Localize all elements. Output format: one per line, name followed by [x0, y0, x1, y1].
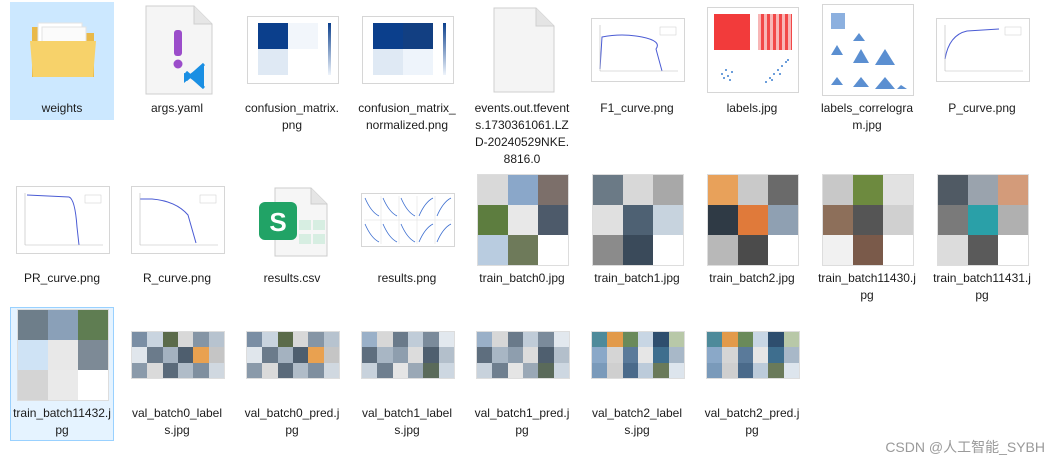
file-item-val-batch1-labels[interactable]: val_batch1_labels.jpg [355, 307, 459, 441]
file-item-val-batch0-labels[interactable]: val_batch0_labels.jpg [125, 307, 229, 441]
file-name: weights [41, 101, 83, 115]
train-batch1-thumbnail [586, 174, 690, 266]
file-name: train_batch11430.jpg [818, 271, 916, 302]
folder-icon [11, 5, 115, 95]
watermark: CSDN @人工智能_SYBH [885, 439, 1045, 455]
file-name: val_batch2_labels.jpg [591, 406, 683, 437]
file-name: results.csv [263, 271, 321, 285]
file-name: labels_correlogram.jpg [820, 101, 914, 132]
train-batch11430-thumbnail [816, 174, 920, 266]
file-name: F1_curve.png [600, 101, 674, 115]
results-thumbnail [356, 175, 460, 265]
val-batch0-pred-thumbnail [241, 310, 345, 400]
file-item-events-tfevents[interactable]: events.out.tfevents.1730361061.LZD-20240… [470, 2, 574, 174]
file-name: PR_curve.png [23, 271, 101, 285]
file-item-train-batch1[interactable]: train_batch1.jpg [585, 172, 689, 290]
file-name: val_batch2_pred.jpg [704, 406, 800, 437]
file-item-f1-curve[interactable]: F1_curve.png [585, 2, 689, 120]
file-name: confusion_matrix_normalized.png [358, 101, 456, 132]
file-item-pr-curve[interactable]: PR_curve.png [10, 172, 114, 290]
val-batch1-pred-thumbnail [471, 310, 575, 400]
file-name: R_curve.png [142, 271, 212, 285]
correlogram-thumbnail [816, 4, 920, 96]
file-item-val-batch2-pred[interactable]: val_batch2_pred.jpg [700, 307, 804, 441]
train-batch0-thumbnail [471, 174, 575, 266]
file-item-args-yaml[interactable]: args.yaml [125, 2, 229, 120]
spreadsheet-file-icon: S [241, 175, 345, 265]
file-item-results-csv[interactable]: S results.csv [240, 172, 344, 290]
f1-curve-thumbnail [586, 5, 690, 95]
val-batch2-labels-thumbnail [586, 310, 690, 400]
file-item-p-curve[interactable]: P_curve.png [930, 2, 1034, 120]
file-item-weights[interactable]: weights [10, 2, 114, 120]
file-item-labels[interactable]: labels.jpg [700, 2, 804, 120]
file-name: val_batch1_labels.jpg [361, 406, 453, 437]
file-name: train_batch11432.jpg [13, 406, 111, 437]
p-curve-thumbnail [931, 5, 1035, 95]
file-item-train-batch11432[interactable]: train_batch11432.jpg [10, 307, 114, 441]
file-name: labels.jpg [726, 101, 778, 115]
file-name: confusion_matrix.png [244, 101, 340, 132]
file-name: val_batch0_labels.jpg [131, 406, 223, 437]
train-batch11432-thumbnail [11, 309, 115, 401]
file-item-val-batch0-pred[interactable]: val_batch0_pred.jpg [240, 307, 344, 441]
pr-curve-thumbnail [11, 175, 115, 265]
r-curve-thumbnail [126, 175, 230, 265]
train-batch2-thumbnail [701, 174, 805, 266]
file-item-results-png[interactable]: results.png [355, 172, 459, 290]
file-name: val_batch0_pred.jpg [244, 406, 340, 437]
confusion-matrix-normalized-thumbnail [356, 5, 460, 95]
file-item-confusion-matrix[interactable]: confusion_matrix.png [240, 2, 344, 142]
file-item-confusion-matrix-normalized[interactable]: confusion_matrix_normalized.png [355, 2, 459, 158]
file-item-train-batch2[interactable]: train_batch2.jpg [700, 172, 804, 290]
file-name: train_batch0.jpg [479, 271, 565, 285]
blank-file-icon [471, 5, 575, 95]
file-item-labels-correlogram[interactable]: labels_correlogram.jpg [815, 2, 919, 142]
file-name: train_batch2.jpg [709, 271, 795, 285]
labels-thumbnail [701, 5, 805, 95]
file-item-train-batch11431[interactable]: train_batch11431.jpg [930, 172, 1034, 306]
file-name: events.out.tfevents.1730361061.LZD-20240… [474, 101, 570, 166]
file-name: train_batch11431.jpg [933, 271, 1031, 302]
file-item-r-curve[interactable]: R_curve.png [125, 172, 229, 290]
file-name: P_curve.png [948, 101, 1016, 115]
file-name: train_batch1.jpg [594, 271, 680, 285]
svg-text:S: S [269, 207, 286, 237]
file-name: val_batch1_pred.jpg [474, 406, 570, 437]
file-name: results.png [377, 271, 437, 285]
yaml-file-icon [126, 5, 230, 95]
val-batch0-labels-thumbnail [126, 310, 230, 400]
val-batch1-labels-thumbnail [356, 310, 460, 400]
confusion-matrix-thumbnail [241, 5, 345, 95]
file-item-train-batch0[interactable]: train_batch0.jpg [470, 172, 574, 290]
file-item-train-batch11430[interactable]: train_batch11430.jpg [815, 172, 919, 306]
file-item-val-batch1-pred[interactable]: val_batch1_pred.jpg [470, 307, 574, 441]
train-batch11431-thumbnail [931, 174, 1035, 266]
val-batch2-pred-thumbnail [701, 310, 805, 400]
file-name: args.yaml [150, 101, 203, 115]
file-item-val-batch2-labels[interactable]: val_batch2_labels.jpg [585, 307, 689, 441]
